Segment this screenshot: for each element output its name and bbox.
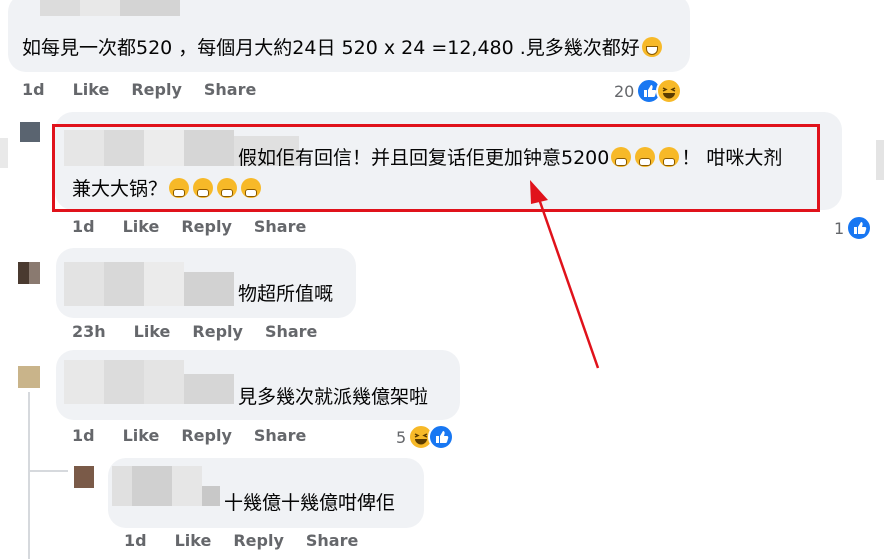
comment-timestamp[interactable]: 1d [124,531,147,550]
share-button[interactable]: Share [254,217,306,236]
reply-button[interactable]: Reply [181,426,232,445]
comment-text-4: 見多幾次就派幾億架啦 [238,386,429,408]
reply-button[interactable]: Reply [192,322,243,341]
like-button[interactable]: Like [134,322,171,341]
comment-actions-5: 1d Like Reply Share [124,531,380,550]
reaction-count: 5 [396,427,407,447]
share-button[interactable]: Share [254,426,306,445]
avatar[interactable] [74,466,94,488]
reaction-summary-2[interactable]: 1 [834,215,873,241]
share-button[interactable]: Share [306,531,358,550]
comment-actions-2: 1d Like Reply Share [72,217,328,236]
avatar[interactable] [876,140,884,180]
like-button[interactable]: Like [175,531,212,550]
reply-connector-line [28,470,68,472]
comment-timestamp[interactable]: 23h [72,322,106,341]
avatar[interactable] [0,138,8,168]
like-reaction-icon [846,215,873,241]
reaction-count: 1 [834,218,845,238]
comment-actions-4: 1d Like Reply Share [72,426,328,445]
reaction-summary-4[interactable]: 5 [396,424,455,450]
share-button[interactable]: Share [265,322,317,341]
comment-actions-3: 23h Like Reply Share [72,322,339,341]
like-button[interactable]: Like [123,426,160,445]
reply-thread-line [28,392,30,559]
comment-text-3: 物超所值嘅 [238,283,334,305]
avatar[interactable] [18,366,40,388]
reply-button[interactable]: Reply [233,531,284,550]
like-button[interactable]: Like [123,217,160,236]
comment-text-5: 十幾億十幾億咁俾佢 [224,492,396,514]
comment-timestamp[interactable]: 1d [72,217,95,236]
like-reaction-icon [428,424,455,450]
avatar[interactable] [18,262,40,284]
reply-button[interactable]: Reply [181,217,232,236]
comment-timestamp[interactable]: 1d [72,426,95,445]
